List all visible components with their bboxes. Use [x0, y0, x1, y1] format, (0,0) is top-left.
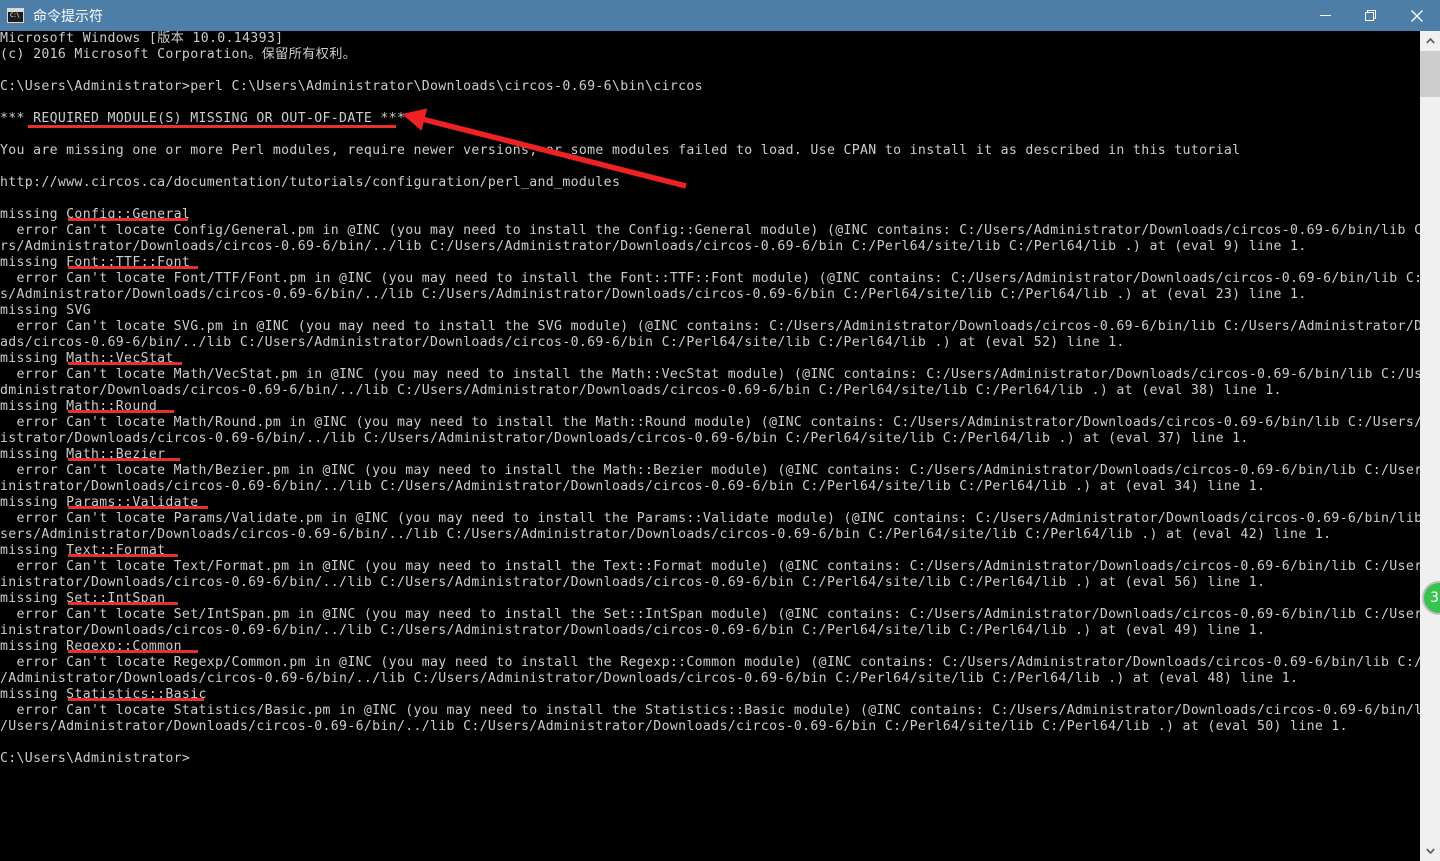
- console-line: error Can't locate Params/Validate.pm in…: [0, 511, 1420, 526]
- console-line: error Can't locate Math/VecStat.pm in @I…: [0, 367, 1420, 382]
- console-line: s/Administrator/Downloads/circos-0.69-6/…: [0, 287, 1307, 302]
- console-line: inistrator/Downloads/circos-0.69-6/bin/.…: [0, 479, 1266, 494]
- console-line: sers/Administrator/Downloads/circos-0.69…: [0, 527, 1332, 542]
- console-line: error Can't locate Math/Round.pm in @INC…: [0, 415, 1420, 430]
- console-line: missing Math::VecStat: [0, 351, 174, 366]
- console-line: missing Statistics::Basic: [0, 687, 207, 702]
- scroll-down-arrow-button[interactable]: [1420, 841, 1440, 861]
- console-line: inistrator/Downloads/circos-0.69-6/bin/.…: [0, 575, 1266, 590]
- console-line: http://www.circos.ca/documentation/tutor…: [0, 175, 621, 190]
- console-line: missing Regexp::Common: [0, 639, 182, 654]
- window-title: 命令提示符: [33, 8, 103, 25]
- console-line: error Can't locate Regexp/Common.pm in @…: [0, 655, 1420, 670]
- restore-window-icon: [1365, 9, 1376, 21]
- console-line: *** REQUIRED MODULE(S) MISSING OR OUT-OF…: [0, 111, 406, 126]
- console-text: Microsoft Windows [版本 10.0.14393] (c) 201…: [0, 31, 1420, 767]
- cmd-app-icon: C:\: [7, 8, 24, 23]
- scrollbar-thumb[interactable]: [1420, 51, 1440, 97]
- console-line: Microsoft Windows [版本 10.0.14393]: [0, 31, 284, 46]
- title-bar-left: C:\ 命令提示符: [0, 6, 1302, 26]
- console-output-area[interactable]: Microsoft Windows [版本 10.0.14393] (c) 201…: [0, 31, 1420, 861]
- console-line: missing Font::TTF::Font: [0, 255, 191, 270]
- console-line: rs/Administrator/Downloads/circos-0.69-6…: [0, 239, 1307, 254]
- console-line: You are missing one or more Perl modules…: [0, 143, 1241, 158]
- console-line: missing Params::Validate: [0, 495, 199, 510]
- console-line: ads/circos-0.69-6/bin/../lib C:/Users/Ad…: [0, 335, 1125, 350]
- scroll-up-arrow-button[interactable]: [1420, 31, 1440, 51]
- chevron-up-icon: [1425, 38, 1435, 44]
- console-line: istrator/Downloads/circos-0.69-6/bin/../…: [0, 431, 1249, 446]
- console-line: C:\Users\Administrator>: [0, 751, 191, 766]
- close-icon: [1411, 9, 1423, 22]
- console-line: missing Math::Round: [0, 399, 158, 414]
- scrollbar-track[interactable]: [1420, 51, 1440, 841]
- minimize-button[interactable]: [1302, 0, 1348, 31]
- console-line: missing SVG: [0, 303, 91, 318]
- console-line: error Can't locate Config/General.pm in …: [0, 223, 1420, 238]
- console-line: missing Text::Format: [0, 543, 166, 558]
- console-line: missing Config::General: [0, 207, 191, 222]
- console-line: error Can't locate Text/Format.pm in @IN…: [0, 559, 1420, 574]
- cmd-icon-prompt-glyph: C:\: [10, 12, 20, 19]
- console-line: missing Math::Bezier: [0, 447, 166, 462]
- vertical-scrollbar[interactable]: [1420, 31, 1440, 861]
- console-line: missing Set::IntSpan: [0, 591, 166, 606]
- chevron-down-icon: [1425, 848, 1435, 854]
- console-line: error Can't locate SVG.pm in @INC (you m…: [0, 319, 1420, 334]
- console-line: C:\Users\Administrator>perl C:\Users\Adm…: [0, 79, 703, 94]
- close-button[interactable]: [1394, 0, 1440, 31]
- console-line: error Can't locate Statistics/Basic.pm i…: [0, 703, 1420, 718]
- console-line: (c) 2016 Microsoft Corporation。保留所有权利。: [0, 47, 357, 62]
- console-line: error Can't locate Set/IntSpan.pm in @IN…: [0, 607, 1420, 622]
- console-line: error Can't locate Math/Bezier.pm in @IN…: [0, 463, 1420, 478]
- maximize-restore-button[interactable]: [1348, 0, 1394, 31]
- minimize-icon: [1319, 15, 1331, 16]
- console-line: inistrator/Downloads/circos-0.69-6/bin/.…: [0, 623, 1266, 638]
- console-line: dministrator/Downloads/circos-0.69-6/bin…: [0, 383, 1282, 398]
- console-line: /Users/Administrator/Downloads/circos-0.…: [0, 719, 1348, 734]
- title-bar[interactable]: C:\ 命令提示符: [0, 0, 1440, 31]
- command-prompt-window: C:\ 命令提示符 Microsoft Windows [版本 10.0.143…: [0, 0, 1440, 861]
- console-line: /Administrator/Downloads/circos-0.69-6/b…: [0, 671, 1299, 686]
- console-line: error Can't locate Font/TTF/Font.pm in @…: [0, 271, 1420, 286]
